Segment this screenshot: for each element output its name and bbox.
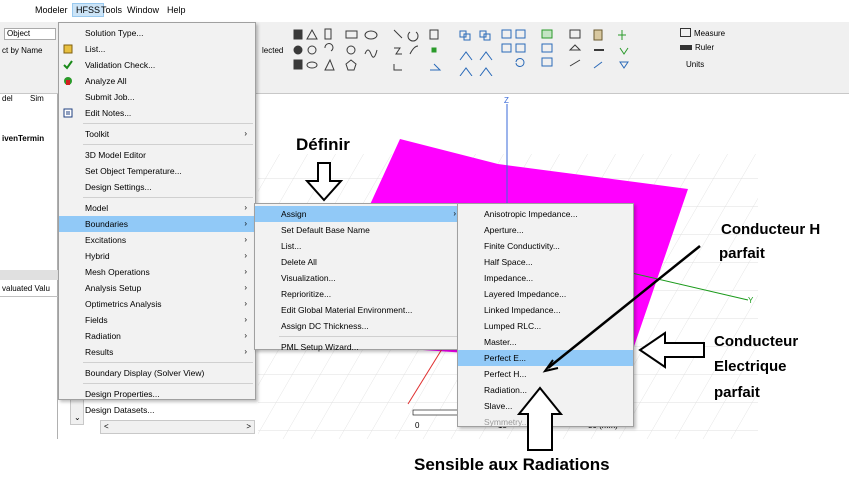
annotation-layer <box>304 162 705 451</box>
annotation-radiations: Sensible aux Radiations <box>414 455 610 474</box>
annotation-cond-e-line3: parfait <box>714 384 760 401</box>
annotation-cond-e-line2: Electrique <box>714 358 787 375</box>
annotation-cond-e-line1: Conducteur <box>714 333 799 350</box>
definir-arrow <box>304 162 344 202</box>
annotation-definir: Définir <box>296 135 350 154</box>
annotation-cond-h-line2: parfait <box>719 245 765 262</box>
annotation-cond-h-line1: Conducteur H <box>721 221 821 238</box>
perfect-e-arrow <box>638 331 705 369</box>
radiation-arrow <box>516 386 564 451</box>
